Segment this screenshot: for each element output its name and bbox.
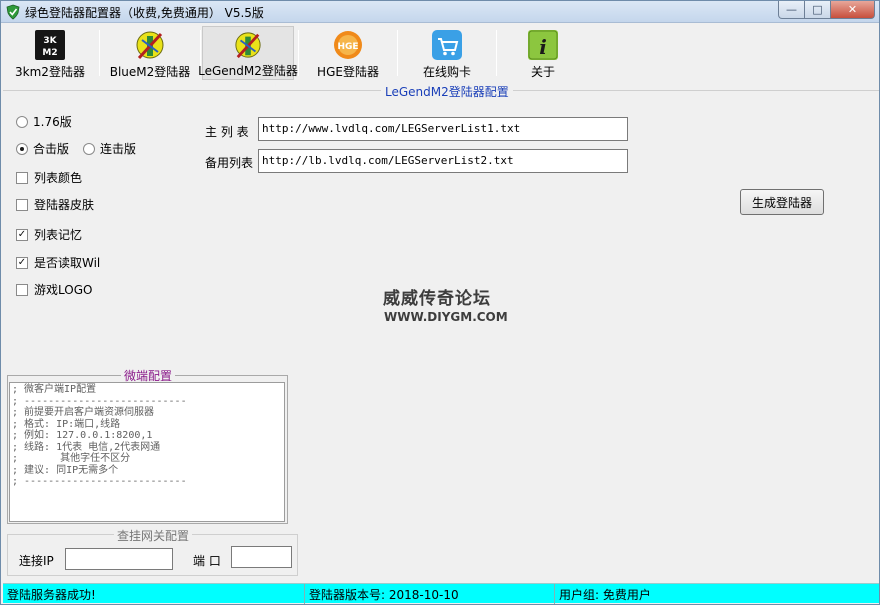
3km2-icon-top-text: 3K [43, 36, 57, 46]
micro-config-line: ; 建议: 同IP无需多个 [12, 464, 119, 476]
toolbar-separator [496, 30, 497, 76]
checkbox-box: ✓ [16, 228, 28, 241]
generate-button[interactable]: 生成登陆器 [740, 189, 824, 215]
status-message: 登陆服务器成功! [3, 584, 305, 604]
toolbar-separator [99, 30, 100, 76]
radio-indicator [83, 142, 95, 155]
toolbar: 3K M2 3km2登陆器 BlueM2登陆器 LeGendM2登陆器 HGE … [3, 26, 879, 80]
3km2-icon-bottom-text: M2 [42, 48, 57, 58]
checkbox-box [16, 171, 28, 184]
micro-config-line: ; 格式: IP:端口,线路 [12, 418, 121, 430]
checkbox-game-logo[interactable]: 游戏LOGO [16, 281, 92, 298]
radio-combined[interactable]: 合击版 [16, 140, 69, 157]
watermark-url: WWW.DIYGM.COM [384, 310, 508, 324]
legendm2-icon [235, 32, 261, 59]
checkbox-box [16, 283, 28, 296]
micro-config-line: ; 其他字任不区分 [12, 453, 131, 464]
checkbox-skin[interactable]: 登陆器皮肤 [16, 196, 94, 213]
micro-config-line: ; 前提要开启客户端资源伺服器 [12, 407, 155, 418]
micro-config-textarea[interactable]: ; 微客户端IP配置 ; ---------------------------… [9, 382, 285, 522]
maximize-button[interactable]: □ [805, 1, 831, 19]
connect-ip-label: 连接IP [19, 554, 54, 568]
radio-label: 合击版 [33, 142, 70, 156]
hge-icon-text: HGE [337, 42, 358, 52]
tool-buy-card[interactable]: 在线购卡 [399, 26, 495, 80]
micro-config-line: ; --------------------------- [12, 395, 187, 407]
close-button[interactable]: ✕ [831, 1, 875, 19]
status-bar: 登陆服务器成功! 登陆器版本号: 2018-10-10 用户组: 免费用户 [3, 583, 879, 604]
radio-indicator [16, 115, 28, 128]
tool-label: 3km2登陆器 [15, 65, 85, 79]
checkbox-label: 是否读取Wil [34, 256, 101, 270]
gateway-config-title: 查挂网关配置 [114, 527, 193, 544]
connect-ip-input[interactable] [65, 548, 173, 570]
hge-icon: HGE [334, 31, 362, 59]
tool-label: HGE登陆器 [317, 65, 379, 79]
3km2-icon: 3K M2 [35, 30, 65, 60]
port-label: 端 口 [193, 554, 221, 568]
status-version: 登陆器版本号: 2018-10-10 [305, 584, 555, 604]
info-icon: i [528, 30, 558, 60]
main-list-input[interactable]: http://www.lvdlq.com/LEGServerList1.txt [258, 117, 628, 141]
checkbox-label: 列表记忆 [34, 228, 83, 242]
backup-list-input[interactable]: http://lb.lvdlq.com/LEGServerList2.txt [258, 149, 628, 173]
micro-config-line: ; 微客户端IP配置 [12, 384, 97, 395]
radio-label: 连击版 [100, 142, 137, 156]
watermark-title: 威威传奇论坛 [383, 289, 491, 309]
minimize-button[interactable]: — [778, 1, 805, 19]
checkbox-read-wil[interactable]: ✓ 是否读取Wil [16, 254, 100, 271]
status-usergroup: 用户组: 免费用户 [559, 588, 651, 602]
window-controls: — □ ✕ [778, 1, 875, 19]
bluem2-icon [136, 31, 164, 60]
radio-chained[interactable]: 连击版 [83, 140, 136, 157]
radio-indicator [16, 142, 28, 155]
checkbox-list-memory[interactable]: ✓ 列表记忆 [16, 226, 82, 243]
checkbox-label: 登陆器皮肤 [34, 198, 95, 212]
tool-label: 在线购卡 [422, 65, 471, 79]
micro-config-line: ; 例如: 127.0.0.1:8200,1 [12, 430, 153, 441]
info-icon-text: i [539, 35, 547, 59]
tool-label: LeGendM2登陆器 [198, 64, 298, 78]
checkbox-label: 列表颜色 [34, 171, 83, 185]
checkbox-list-color[interactable]: 列表颜色 [16, 169, 82, 186]
tool-legendm2[interactable]: LeGendM2登陆器 [198, 26, 298, 80]
micro-config-line: ; 线路: 1代表 电信,2代表网通 [12, 441, 161, 453]
tool-3km2[interactable]: 3K M2 3km2登陆器 [3, 26, 97, 80]
tool-hge[interactable]: HGE HGE登陆器 [300, 26, 396, 80]
checkbox-label: 游戏LOGO [34, 283, 93, 297]
toolbar-separator [298, 30, 299, 76]
checkbox-box [16, 198, 28, 211]
group-title: LeGendM2登陆器配置 [381, 83, 513, 100]
backup-list-label: 备用列表 [205, 156, 254, 170]
micro-config-line: ; --------------------------- [12, 476, 187, 487]
tool-about[interactable]: i 关于 [498, 26, 588, 80]
window-title: 绿色登陆器配置器（收费,免费通用） V5.5版 [25, 6, 264, 20]
app-window: 绿色登陆器配置器（收费,免费通用） V5.5版 — □ ✕ 3K M2 3km2… [0, 0, 880, 605]
radio-v176[interactable]: 1.76版 [16, 113, 72, 130]
tool-label: 关于 [530, 65, 555, 79]
tool-label: BlueM2登陆器 [109, 65, 191, 79]
cart-icon [432, 30, 462, 60]
main-list-label: 主 列 表 [205, 125, 249, 139]
checkbox-box: ✓ [16, 256, 28, 269]
port-input[interactable] [231, 546, 292, 568]
title-bar: 绿色登陆器配置器（收费,免费通用） V5.5版 — □ ✕ [1, 1, 879, 23]
toolbar-separator [397, 30, 398, 76]
tool-bluem2[interactable]: BlueM2登陆器 [102, 26, 198, 80]
shield-icon [6, 4, 20, 20]
radio-label: 1.76版 [33, 115, 72, 129]
